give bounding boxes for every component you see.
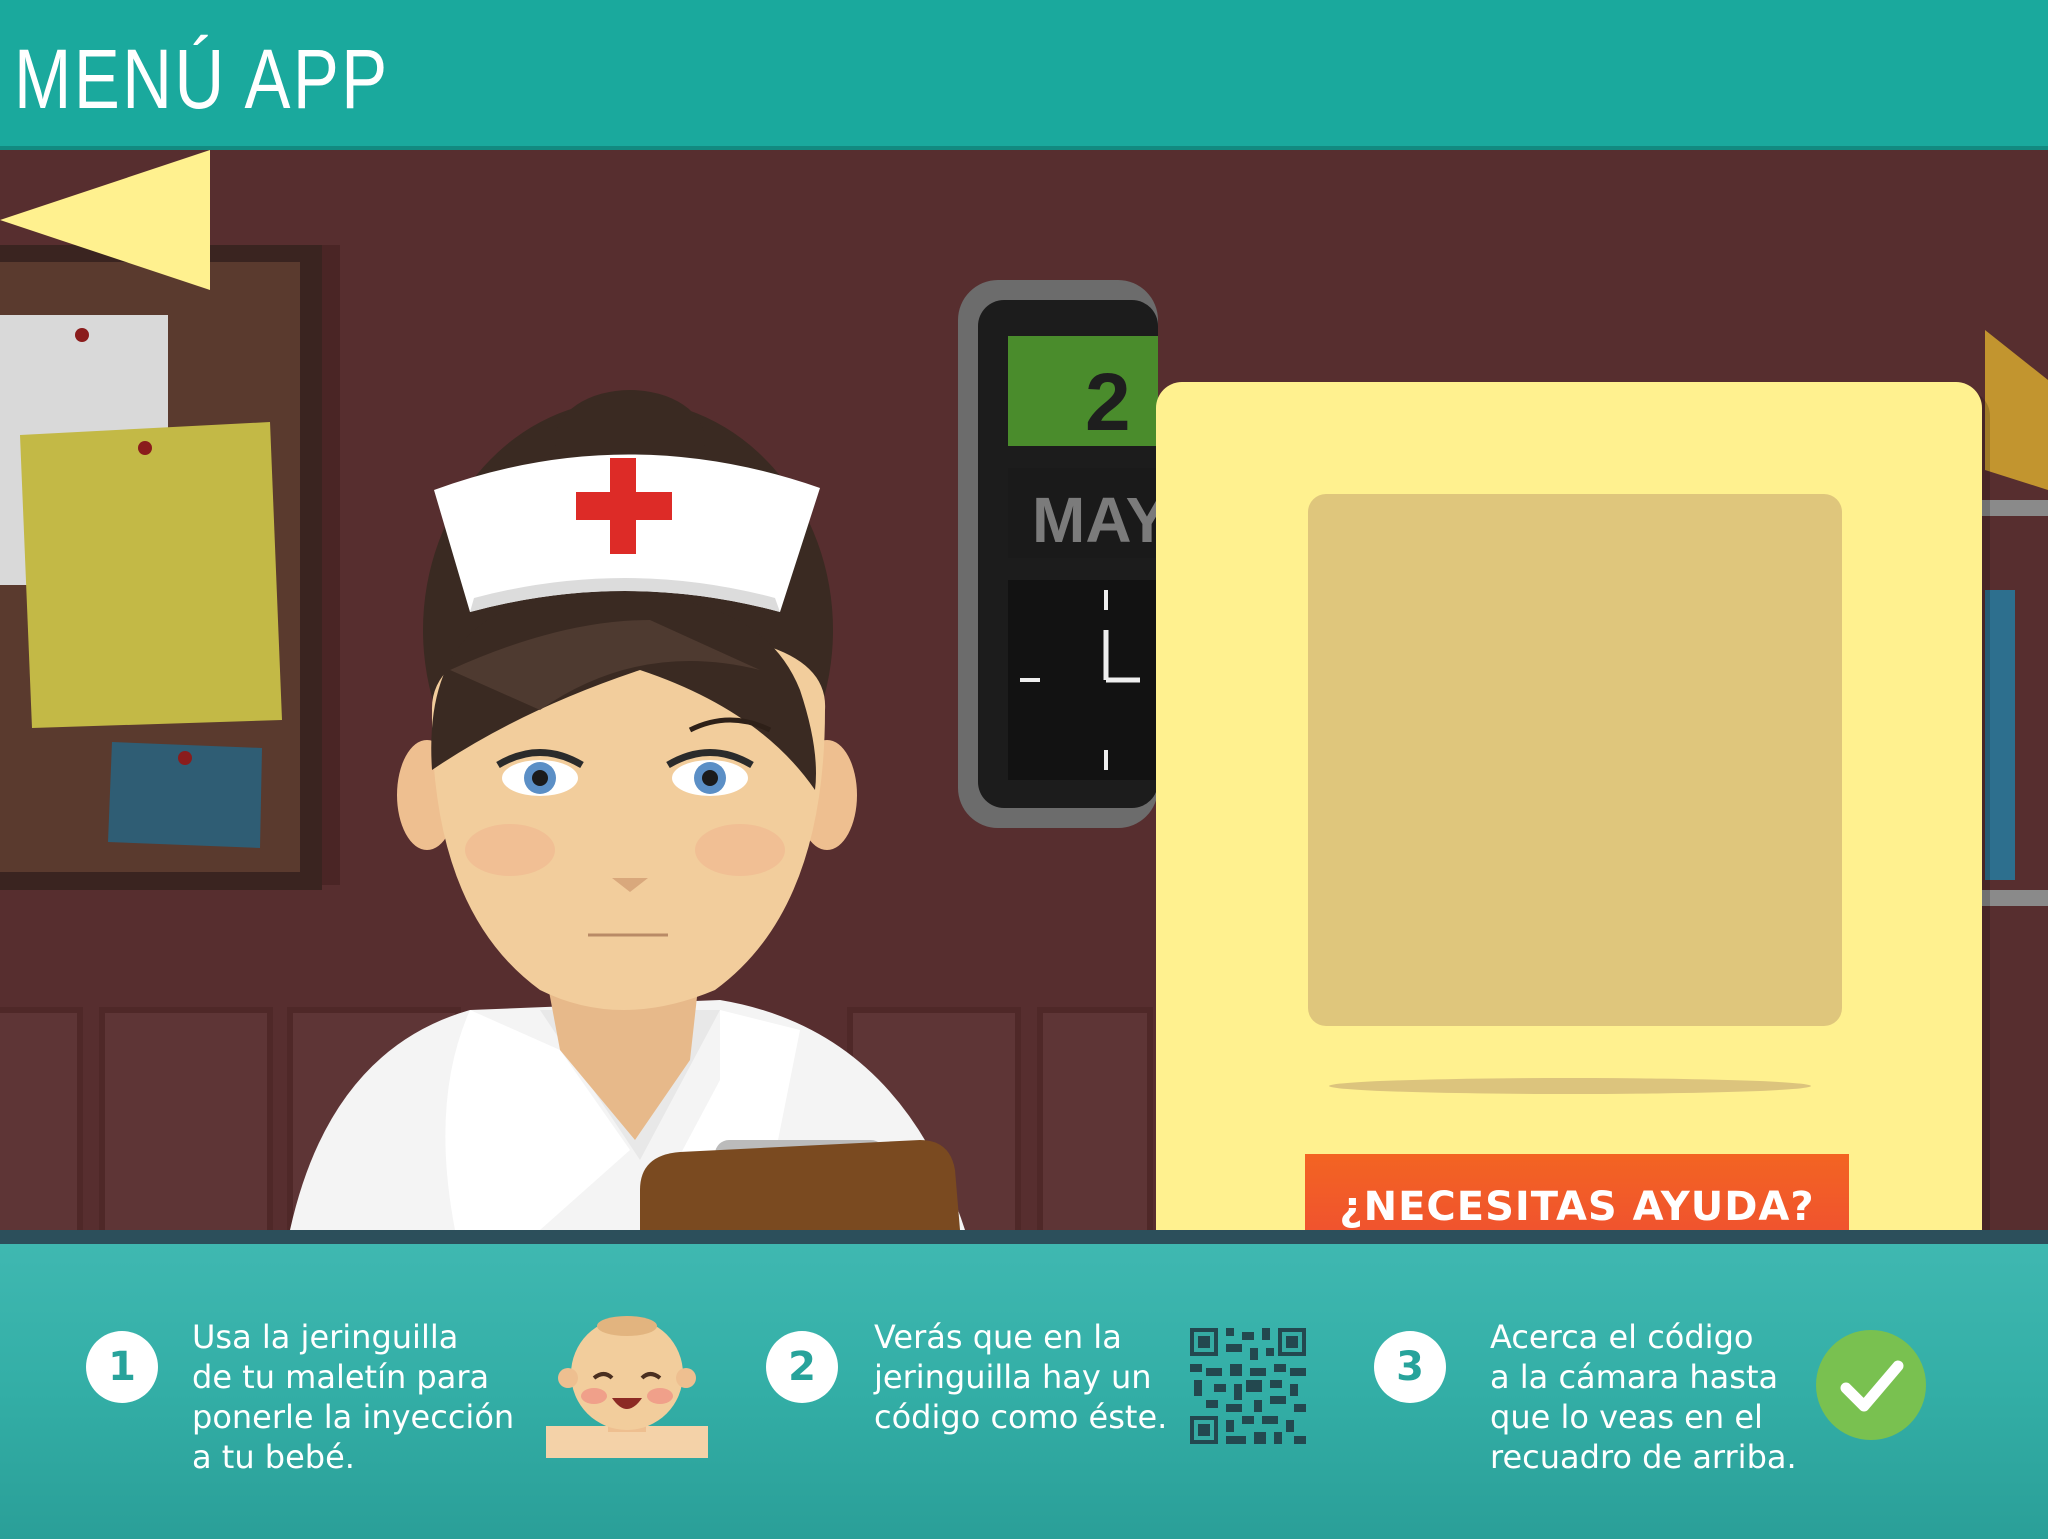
instructions-bar: 1 Usa la jeringuilla de tu maletín para … bbox=[0, 1230, 2048, 1539]
wall-calendar-clock: 2 MAY bbox=[958, 280, 1168, 828]
viewfinder-shadow bbox=[1329, 1078, 1811, 1094]
step-3-text: Acerca el código a la cámara hasta que l… bbox=[1490, 1318, 1797, 1476]
app-header: MENÚ APP bbox=[0, 0, 2048, 150]
speech-bubble-tail bbox=[0, 150, 210, 290]
calendar-day: 2 bbox=[1085, 357, 1131, 448]
step-1-number: 1 bbox=[86, 1331, 158, 1403]
nurse-scene: 2 MAY ¿NECESITAS AYUDA? bbox=[0, 150, 2048, 1230]
step-2-number: 2 bbox=[766, 1331, 838, 1403]
step-3-number: 3 bbox=[1374, 1331, 1446, 1403]
checkmark-icon bbox=[1816, 1330, 1926, 1440]
qr-code-icon bbox=[1190, 1328, 1306, 1444]
scan-popup: ¿NECESITAS AYUDA? bbox=[1156, 382, 1982, 1230]
step-1-text: Usa la jeringuilla de tu maletín para po… bbox=[192, 1318, 515, 1476]
menu-app-title[interactable]: MENÚ APP bbox=[14, 34, 390, 124]
camera-viewfinder bbox=[1308, 494, 1842, 1026]
baby-icon bbox=[546, 1316, 708, 1458]
calendar-month: MAY bbox=[1032, 484, 1168, 556]
need-help-button[interactable]: ¿NECESITAS AYUDA? bbox=[1305, 1154, 1849, 1230]
step-2-text: Verás que en la jeringuilla hay un códig… bbox=[874, 1318, 1168, 1436]
cork-board bbox=[0, 245, 340, 890]
